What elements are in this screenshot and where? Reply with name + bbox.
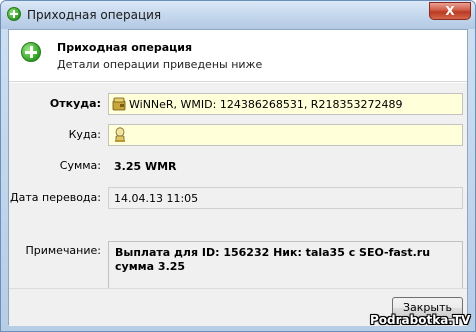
from-label: Откуда:	[49, 97, 101, 110]
close-icon: X	[445, 4, 455, 18]
header-subtitle: Детали операции приведены ниже	[57, 58, 263, 71]
to-label: Куда:	[68, 128, 101, 141]
purse-icon	[112, 97, 126, 111]
date-label: Дата перевода:	[10, 191, 101, 204]
amount-field: 3.25 WMR	[108, 155, 463, 177]
date-value: 14.04.13 11:05	[114, 192, 199, 205]
window-close-button[interactable]: X	[429, 2, 471, 20]
green-plus-icon	[7, 7, 21, 21]
from-value: WiNNeR, WMID: 124386268531, R21835327248…	[129, 98, 403, 111]
title-bar[interactable]: Приходная операция X	[1, 1, 475, 29]
dialog-body: Откуда: WiNNeR, WMID: 124386268531, R218…	[9, 83, 467, 297]
window-title: Приходная операция	[27, 8, 162, 22]
transfer-dialog-window: Приходная операция X Приходная операция …	[0, 0, 476, 332]
from-field[interactable]: WiNNeR, WMID: 124386268531, R21835327248…	[108, 93, 463, 115]
dialog-header: Приходная операция Детали операции приве…	[9, 30, 467, 82]
bank-icon	[115, 127, 125, 142]
dialog-client-area: Приходная операция Детали операции приве…	[8, 29, 468, 326]
note-label: Примечание:	[25, 244, 101, 257]
to-field[interactable]	[108, 124, 463, 146]
watermark: Podrabotka.TV	[370, 313, 471, 327]
amount-label: Сумма:	[59, 159, 101, 172]
note-line-1: Выплата для ID: 156232 Ник: tala35 с SEO…	[115, 246, 431, 259]
date-field: 14.04.13 11:05	[108, 187, 463, 209]
amount-value: 3.25 WMR	[114, 160, 177, 173]
note-line-2: сумма 3.25	[115, 260, 186, 273]
green-plus-icon	[21, 42, 41, 62]
header-title: Приходная операция	[57, 41, 193, 54]
